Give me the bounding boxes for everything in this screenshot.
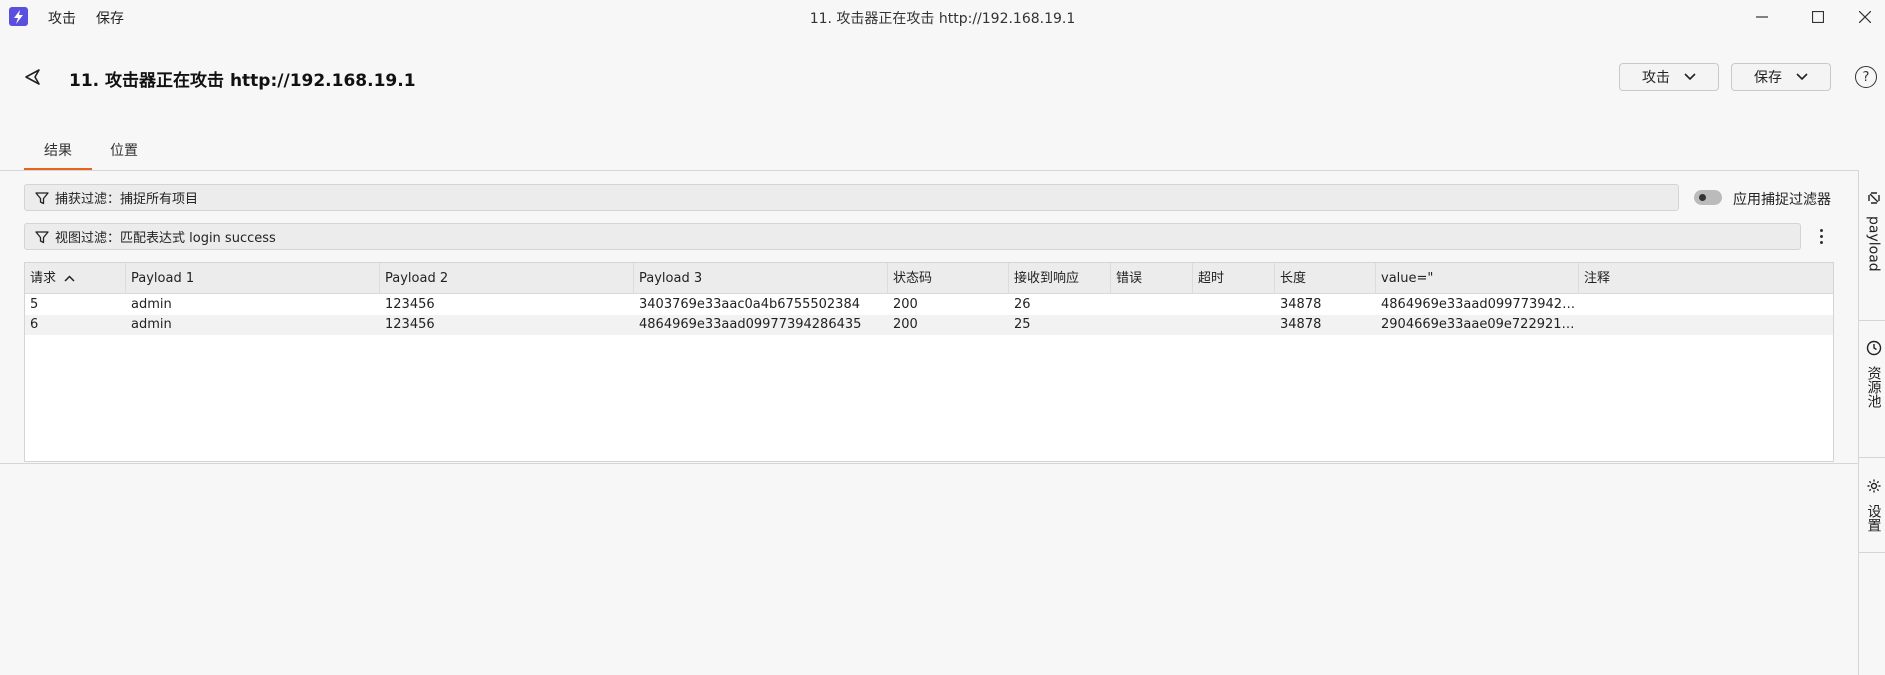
cell-payload-3: 4864969e33aad09977394286435 (639, 317, 862, 332)
apply-capture-filter-label: 应用捕捉过滤器 (1733, 192, 1831, 208)
more-options-icon[interactable] (1816, 225, 1826, 247)
minimize-button[interactable] (1742, 4, 1782, 30)
attack-button-label: 攻击 (1642, 70, 1670, 86)
side-separator (1858, 457, 1885, 458)
cell-value: 4864969e33aad09977394286435 (1381, 297, 1579, 312)
capture-filter-text: 捕获过滤：捕捉所有项目 (55, 192, 199, 207)
maximize-button[interactable] (1798, 4, 1838, 30)
cell-payload-3: 3403769e33aac0a4b6755502384 (639, 297, 860, 312)
cell-length: 34878 (1280, 317, 1322, 332)
cell-error (1111, 295, 1193, 315)
cell-status-code: 200 (893, 297, 918, 312)
results-table: 请求 Payload 1 Payload 2 Payload 3 状态码 接收到… (24, 262, 1834, 462)
cell-comment (1579, 295, 1833, 315)
chevron-down-icon (1796, 73, 1808, 81)
col-comment[interactable]: 注释 (1579, 263, 1833, 294)
panel-divider (0, 463, 1858, 464)
save-dropdown-button[interactable]: 保存 (1731, 63, 1831, 91)
back-button[interactable] (20, 64, 46, 90)
side-panel-divider (1858, 170, 1859, 675)
chevron-down-icon (1684, 73, 1696, 81)
cell-status-code: 200 (893, 317, 918, 332)
side-tab-resource-pool-label: 资源池 (1865, 366, 1882, 408)
window-title: 11. 攻击器正在攻击 http://192.168.19.1 (809, 11, 1076, 27)
col-status-code[interactable]: 状态码 (888, 263, 1009, 294)
col-length[interactable]: 长度 (1275, 263, 1376, 294)
table-row[interactable]: 6 admin 123456 4864969e33aad099773942864… (25, 315, 1833, 335)
cell-response-received: 25 (1014, 317, 1031, 332)
col-request[interactable]: 请求 (25, 263, 126, 294)
col-response-received[interactable]: 接收到响应 (1009, 263, 1111, 294)
gear-icon (1867, 479, 1880, 493)
help-icon[interactable]: ? (1855, 66, 1877, 88)
side-separator (1858, 552, 1885, 553)
tabs-divider (0, 170, 1858, 171)
cell-payload-2: 123456 (385, 317, 435, 332)
col-payload-1[interactable]: Payload 1 (126, 263, 380, 294)
attack-dropdown-button[interactable]: 攻击 (1619, 63, 1719, 91)
cell-response-received: 26 (1014, 297, 1031, 312)
cell-value: 2904669e33aae09e72292150... (1381, 317, 1579, 332)
sort-ascending-icon (64, 275, 75, 282)
back-arrow-icon (25, 69, 40, 85)
col-error[interactable]: 错误 (1111, 263, 1193, 294)
cell-request: 5 (30, 297, 39, 312)
filter-icon (35, 191, 49, 204)
side-tab-payload[interactable]: payload (1862, 190, 1885, 272)
cell-comment (1579, 315, 1833, 335)
page-title: 11. 攻击器正在攻击 http://192.168.19.1 (69, 71, 416, 91)
side-tab-settings[interactable]: 设置 (1862, 478, 1885, 532)
cell-payload-1: admin (131, 297, 172, 312)
tab-positions[interactable]: 位置 (100, 140, 148, 170)
col-timeout[interactable]: 超时 (1193, 263, 1275, 294)
save-button-label: 保存 (1754, 70, 1782, 86)
title-bar: 攻击 保存 11. 攻击器正在攻击 http://192.168.19.1 (0, 0, 1885, 34)
table-row[interactable]: 5 admin 123456 3403769e33aac0a4b67555023… (25, 295, 1833, 315)
apply-capture-filter-toggle[interactable] (1694, 190, 1722, 205)
timer-icon (1866, 340, 1881, 356)
view-filter-text: 视图过滤：匹配表达式 login success (55, 231, 276, 246)
tab-positions-label: 位置 (110, 143, 138, 159)
col-value[interactable]: value=" (1376, 263, 1579, 294)
side-tab-resource-pool[interactable]: 资源池 (1862, 340, 1885, 408)
tab-results-label: 结果 (44, 143, 72, 159)
cell-error (1111, 315, 1193, 335)
view-filter-bar[interactable]: 视图过滤：匹配表达式 login success (24, 223, 1801, 250)
capture-filter-bar[interactable]: 捕获过滤：捕捉所有项目 (24, 184, 1679, 211)
side-tab-payload-label: payload (1865, 216, 1882, 272)
col-request-label: 请求 (30, 271, 57, 286)
table-header: 请求 Payload 1 Payload 2 Payload 3 状态码 接收到… (25, 263, 1833, 294)
side-separator (1858, 320, 1885, 321)
help-icon-glyph: ? (1862, 69, 1870, 85)
payload-icon (1867, 192, 1880, 204)
cell-request: 6 (30, 317, 39, 332)
cell-timeout (1193, 295, 1275, 315)
col-payload-2[interactable]: Payload 2 (380, 263, 634, 294)
col-payload-3[interactable]: Payload 3 (634, 263, 888, 294)
tab-results[interactable]: 结果 (24, 140, 92, 171)
close-button[interactable] (1845, 4, 1885, 30)
filter-icon (35, 230, 49, 243)
cell-payload-2: 123456 (385, 297, 435, 312)
side-tab-settings-label: 设置 (1865, 504, 1882, 532)
cell-length: 34878 (1280, 297, 1322, 312)
cell-payload-1: admin (131, 317, 172, 332)
cell-timeout (1193, 315, 1275, 335)
